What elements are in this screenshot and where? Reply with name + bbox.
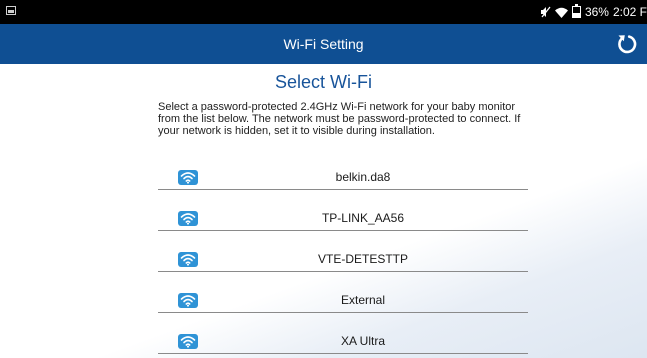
status-indicators: 36% 2:02 F [540, 0, 647, 24]
battery-icon [571, 4, 581, 18]
network-item[interactable]: belkin.da8 [158, 167, 528, 190]
network-item[interactable]: TP-LINK_AA56 [158, 208, 528, 231]
wifi-icon [178, 211, 198, 226]
battery-percent: 36% [584, 5, 609, 19]
network-item[interactable]: XA Ultra [158, 331, 528, 354]
network-item[interactable]: VTE-DETESTTP [158, 249, 528, 272]
wifi-icon [178, 170, 198, 185]
network-name: belkin.da8 [335, 170, 391, 184]
status-bar: 36% 2:02 F [0, 0, 647, 24]
network-item[interactable]: External [158, 290, 528, 313]
wifi-icon [178, 293, 198, 308]
mute-icon [540, 6, 551, 18]
section-heading: Select Wi-Fi [274, 72, 372, 92]
network-name: XA Ultra [340, 334, 385, 348]
clock: 2:02 F [612, 5, 647, 19]
screenshot-notification-icon [6, 6, 16, 15]
network-name: External [340, 293, 386, 307]
wifi-icon [178, 334, 198, 349]
wifi-icon [178, 252, 198, 267]
network-name: TP-LINK_AA56 [321, 211, 405, 225]
app-bar: Wi-Fi Setting [0, 24, 647, 64]
refresh-button[interactable] [615, 32, 639, 56]
page-title: Wi-Fi Setting [283, 36, 364, 52]
network-name: VTE-DETESTTP [317, 252, 408, 266]
content-area: Select Wi-Fi Select a password-protected… [0, 64, 647, 358]
wifi-signal-icon [554, 7, 568, 18]
refresh-icon [618, 35, 637, 54]
instructions-text: Select a password-protected 2.4GHz Wi-Fi… [158, 101, 521, 137]
